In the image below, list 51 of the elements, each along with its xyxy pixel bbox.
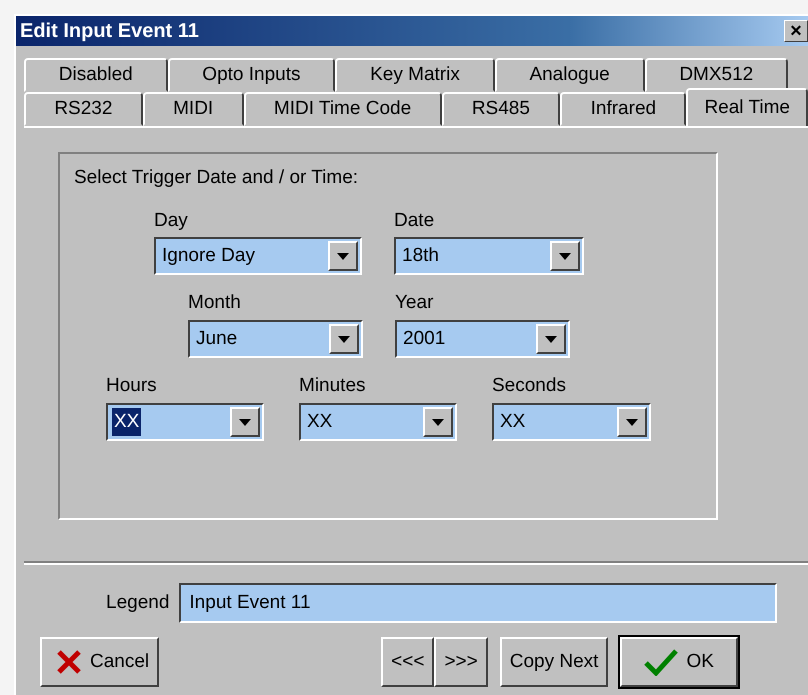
tab[interactable]: Real Time bbox=[686, 88, 808, 126]
dropdown-field[interactable]: XX bbox=[299, 403, 457, 442]
checkmark-icon bbox=[644, 648, 678, 676]
field-label: Date bbox=[394, 210, 436, 232]
caret-icon bbox=[338, 336, 350, 343]
dropdown-button[interactable] bbox=[230, 407, 260, 438]
tab[interactable]: RS232 bbox=[24, 92, 143, 126]
tab[interactable]: DMX512 bbox=[644, 58, 788, 92]
dropdown-button[interactable] bbox=[328, 241, 358, 272]
cross-icon bbox=[56, 649, 82, 675]
dropdown-button[interactable] bbox=[329, 324, 359, 354]
caret-icon bbox=[559, 252, 571, 260]
dropdown-button[interactable] bbox=[550, 241, 580, 272]
tab[interactable]: Opto Inputs bbox=[168, 58, 336, 92]
cancel-button[interactable]: Cancel bbox=[40, 637, 160, 687]
dropdown-button[interactable] bbox=[423, 407, 453, 438]
group-caption: Select Trigger Date and / or Time: bbox=[74, 166, 360, 190]
caret-icon bbox=[239, 418, 251, 426]
tab[interactable]: Disabled bbox=[24, 58, 168, 92]
field-label: Hours bbox=[106, 376, 158, 398]
caret-icon bbox=[545, 336, 557, 343]
caret-icon bbox=[337, 252, 349, 260]
field-label: Month bbox=[188, 293, 242, 314]
field-label: Year bbox=[395, 293, 434, 314]
legend-label: Legend bbox=[106, 590, 170, 615]
copy-next-button[interactable]: Copy Next bbox=[500, 637, 608, 687]
tab[interactable]: Key Matrix bbox=[335, 58, 495, 92]
dropdown-button[interactable] bbox=[536, 324, 566, 354]
tab[interactable]: MIDI bbox=[142, 92, 244, 126]
dropdown-field[interactable]: 2001 bbox=[395, 320, 570, 358]
close-button[interactable]: × bbox=[784, 20, 808, 42]
dropdown-button[interactable] bbox=[617, 407, 647, 438]
dropdown-field[interactable]: June bbox=[188, 320, 363, 358]
window-title: Edit Input Event 11 bbox=[20, 19, 199, 44]
dropdown-field[interactable]: XX bbox=[106, 403, 264, 442]
caret-icon bbox=[626, 418, 638, 426]
caret-icon bbox=[432, 418, 444, 426]
previous-button[interactable]: <<< bbox=[381, 637, 434, 687]
field-label: Minutes bbox=[299, 376, 367, 398]
ok-button[interactable]: OK bbox=[620, 637, 738, 687]
tab[interactable]: MIDI Time Code bbox=[244, 92, 442, 126]
dropdown-field[interactable]: Ignore Day bbox=[154, 237, 362, 276]
field-label: Seconds bbox=[492, 376, 567, 398]
tab[interactable]: RS485 bbox=[442, 92, 560, 126]
dropdown-field[interactable]: XX bbox=[492, 403, 651, 442]
legend-field[interactable]: Input Event 11 bbox=[179, 583, 778, 623]
field-label: Day bbox=[154, 210, 189, 232]
next-button[interactable]: >>> bbox=[434, 637, 488, 687]
tab[interactable]: Analogue bbox=[494, 58, 645, 92]
tab[interactable]: Infrared bbox=[560, 92, 686, 126]
dropdown-field[interactable]: 18th bbox=[394, 237, 584, 276]
